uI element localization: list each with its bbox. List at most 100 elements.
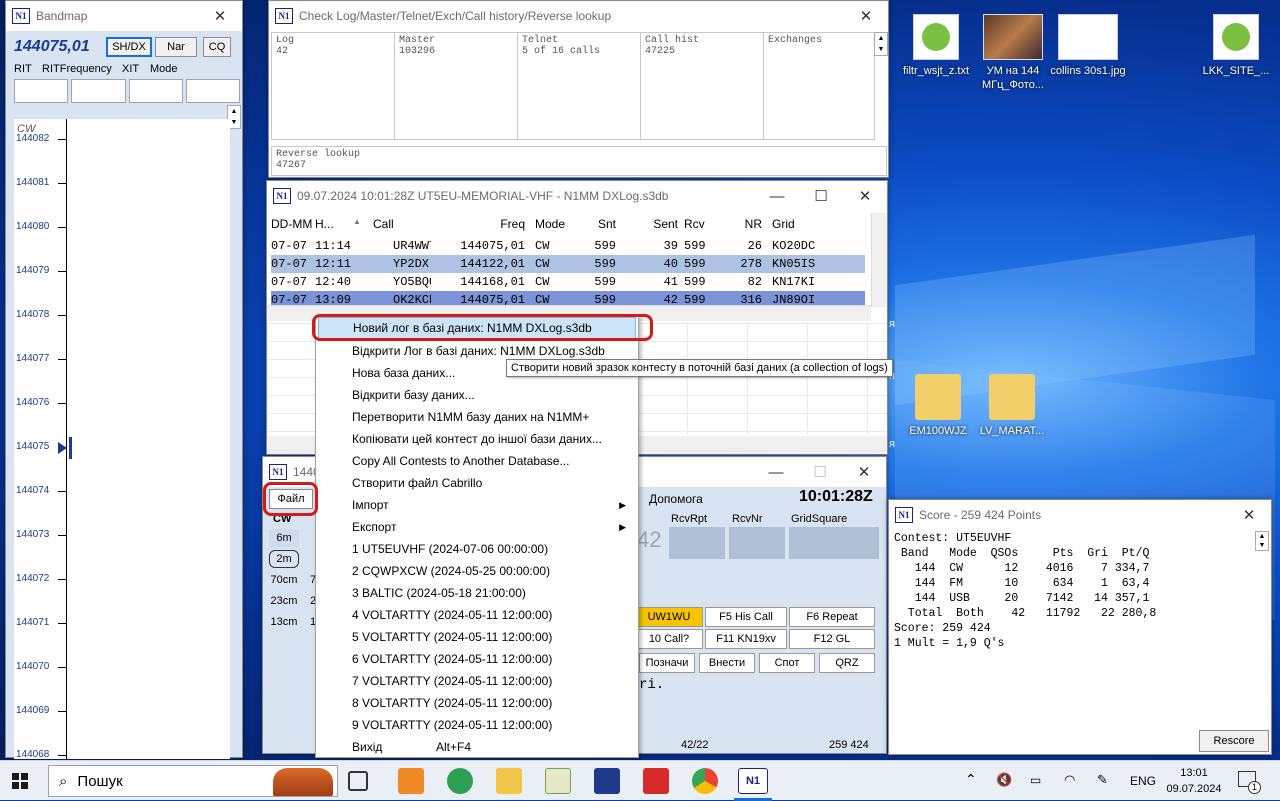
desktop-icon-em100wjz[interactable]: EM100WJZ — [900, 374, 976, 438]
minimize-icon[interactable]: — — [754, 457, 798, 487]
col-snt[interactable]: Snt — [571, 217, 616, 237]
maximize-icon[interactable]: ☐ — [798, 457, 842, 487]
band-13cm[interactable]: 13cm — [266, 613, 302, 631]
fkey-button[interactable]: F5 His Call — [705, 607, 787, 627]
col-rcv[interactable]: Rcv — [678, 217, 710, 237]
freq-tick-label: 144079 — [16, 265, 50, 276]
menu-item[interactable]: 5 VOLTARTTY (2024-05-11 12:00:00) — [318, 626, 636, 648]
close-icon[interactable]: ✕ — [844, 1, 888, 31]
close-icon[interactable]: ✕ — [842, 457, 886, 487]
col-freq[interactable]: Freq — [431, 217, 525, 237]
score-spin[interactable]: ▲ ▼ — [1255, 531, 1269, 551]
taskbar-clock[interactable]: 13:01 09.07.2024 — [1164, 765, 1224, 797]
wifi-icon[interactable]: ◠ — [1064, 772, 1075, 788]
fkey-button[interactable]: UW1WU — [635, 607, 703, 627]
chevron-up-icon[interactable]: ⌃ — [965, 771, 977, 788]
pdf-app-icon[interactable] — [643, 768, 669, 794]
band-23cm[interactable]: 23cm — [266, 592, 302, 610]
taskbar-search-box[interactable]: ⌕ Пошук — [48, 765, 338, 797]
log-cell: 26 — [747, 239, 762, 253]
rcvnr-field[interactable] — [729, 527, 785, 559]
checklog-spin[interactable]: ▲ ▼ — [874, 32, 888, 56]
chrome-icon[interactable] — [692, 768, 718, 794]
close-icon[interactable]: ✕ — [843, 181, 887, 211]
file-explorer-icon[interactable] — [496, 768, 522, 794]
log-cell: 599 — [594, 257, 616, 271]
menu-item[interactable]: Відкрити базу даних... — [318, 384, 636, 406]
col-time[interactable]: H... — [315, 217, 353, 237]
desktop-icon-collins[interactable]: collins 30s1.jpg — [1050, 14, 1126, 78]
xit-field[interactable] — [128, 79, 183, 103]
menu-item[interactable]: Перетворити N1MM базу даних на N1MM+ — [318, 406, 636, 428]
menu-item[interactable]: 9 VOLTARTTY (2024-05-11 12:00:00) — [318, 714, 636, 736]
pen-icon[interactable]: ✎ — [1097, 772, 1108, 788]
desktop-icon-um-144[interactable]: УМ на 144 МГц_Фото... — [975, 14, 1051, 92]
close-icon[interactable]: ✕ — [198, 1, 242, 31]
menu-item[interactable]: Експорт ▶ — [318, 516, 636, 538]
clock-app-icon[interactable] — [447, 768, 473, 794]
fkey-button[interactable]: Спот — [759, 653, 815, 673]
menu-item[interactable]: 1 UT5EUVHF (2024-07-06 00:00:00) — [318, 538, 636, 560]
sh-dx-button[interactable]: SH/DX — [106, 37, 152, 57]
menu-item[interactable]: 4 VOLTARTTY (2024-05-11 12:00:00) — [318, 604, 636, 626]
fkey-button[interactable]: F11 KN19xv — [705, 629, 787, 649]
rit-field[interactable] — [14, 79, 69, 103]
log-vscroll[interactable] — [871, 213, 887, 307]
log-table-row[interactable]: 07-07 12:40 YO5BQQ/P 144168,01 CW 599 41 599 82 K… — [271, 273, 865, 291]
col-grid[interactable]: Grid — [762, 217, 812, 237]
band-6m[interactable]: 6m — [269, 529, 299, 547]
fkey-button[interactable]: Внести — [699, 653, 755, 673]
nar-button[interactable]: Nar — [155, 37, 197, 57]
language-indicator[interactable]: ENG — [1130, 774, 1156, 788]
speaker-muted-icon[interactable]: 🔇 — [996, 772, 1012, 788]
col-sent[interactable]: Sent — [616, 217, 678, 237]
close-icon[interactable]: ✕ — [1227, 500, 1271, 530]
menu-item[interactable]: Імпорт ▶ — [318, 494, 636, 516]
rit-frequency-field[interactable] — [71, 79, 126, 103]
windows-start-icon[interactable] — [12, 773, 28, 789]
rcvnr-label: RcvNr — [732, 513, 763, 525]
freq-tick-label: 144081 — [16, 177, 50, 188]
col-nr[interactable]: NR — [710, 217, 762, 237]
desktop-icon-lv-marat[interactable]: LV_MARAT... — [974, 374, 1050, 438]
floppy-save-icon[interactable] — [594, 768, 620, 794]
menu-item[interactable]: Вихід Alt+F4 — [318, 736, 636, 758]
battery-icon[interactable]: ▭ — [1030, 773, 1041, 787]
notepad-app-icon[interactable] — [545, 768, 571, 794]
freq-tick-mark — [58, 623, 66, 624]
menu-item[interactable]: 2 CQWPXCW (2024-05-25 00:00:00) — [318, 560, 636, 582]
fkey-button[interactable]: QRZ — [819, 653, 875, 673]
menu-item[interactable]: 3 BALTIC (2024-05-18 21:00:00) — [318, 582, 636, 604]
menu-item[interactable]: 7 VOLTARTTY (2024-05-11 12:00:00) — [318, 670, 636, 692]
n1mm-taskbar-icon[interactable]: N1 — [738, 768, 768, 794]
fkey-button[interactable]: F6 Repeat — [789, 607, 875, 627]
rescore-button[interactable]: Rescore — [1199, 730, 1269, 752]
maximize-icon[interactable]: ☐ — [799, 181, 843, 211]
minimize-icon[interactable]: — — [755, 181, 799, 211]
fkey-button[interactable]: 10 Call? — [635, 629, 703, 649]
menu-item[interactable]: Копіювати цей контест до іншої бази дани… — [318, 428, 636, 450]
submenu-arrow-icon: ▶ — [619, 521, 626, 532]
mode-field[interactable] — [185, 79, 240, 103]
log-table-row[interactable]: 07-07 11:14 UR4WWT 144075,01 CW 599 39 599 26 KO2… — [271, 237, 865, 255]
band-2m[interactable]: 2m — [269, 550, 299, 568]
band-70cm[interactable]: 70cm — [266, 571, 302, 589]
menu-item[interactable]: Створити файл Cabrillo — [318, 472, 636, 494]
fkey-button[interactable]: Позначи — [639, 653, 695, 673]
app-icon-orange[interactable] — [398, 768, 424, 794]
menu-item[interactable]: 6 VOLTARTTY (2024-05-11 12:00:00) — [318, 648, 636, 670]
desktop-icon-filtr[interactable]: filtr_wsjt_z.txt — [898, 14, 974, 78]
rcvrpt-field[interactable] — [669, 527, 725, 559]
cq-button[interactable]: CQ — [203, 37, 231, 57]
help-menu[interactable]: Допомога — [649, 492, 703, 506]
log-table-row[interactable]: 07-07 12:11 YP2DX 144122,01 CW 599 40 599 278 KN0… — [271, 255, 865, 273]
task-view-icon[interactable] — [348, 771, 368, 791]
col-call[interactable]: Call — [373, 217, 431, 237]
fkey-button[interactable]: F12 GL — [789, 629, 875, 649]
col-mode[interactable]: Mode — [525, 217, 571, 237]
menu-item[interactable]: 8 VOLTARTTY (2024-05-11 12:00:00) — [318, 692, 636, 714]
menu-item[interactable]: Copy All Contests to Another Database... — [318, 450, 636, 472]
desktop-icon-lkk-site[interactable]: LKK_SITE_... — [1198, 14, 1274, 78]
gridsquare-field[interactable] — [789, 527, 879, 559]
col-ddmm[interactable]: DD-MM — [271, 217, 315, 237]
